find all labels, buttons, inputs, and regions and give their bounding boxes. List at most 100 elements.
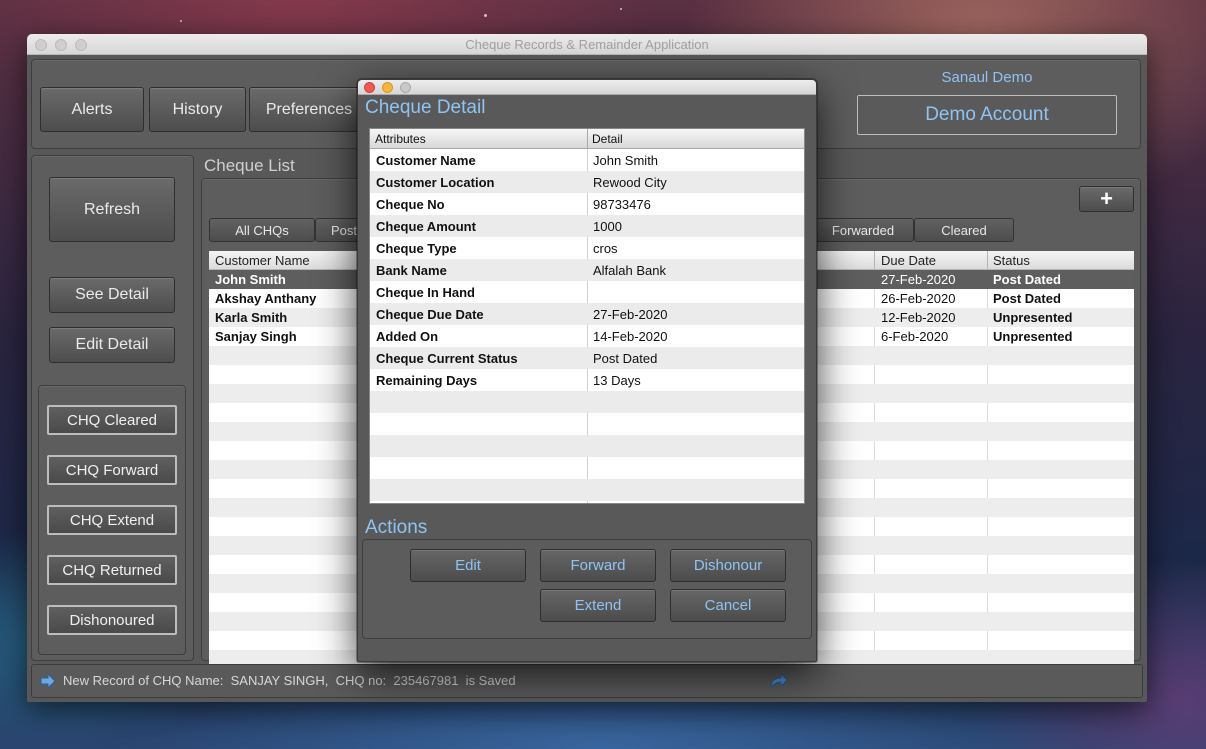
detail-row[interactable] — [370, 435, 804, 457]
detail-attribute: Cheque Current Status — [376, 351, 518, 366]
cell-due-date: 6-Feb-2020 — [881, 329, 949, 344]
chq-cleared-button[interactable]: CHQ Cleared — [47, 405, 177, 435]
dialog-titlebar — [358, 80, 816, 95]
detail-row[interactable] — [370, 479, 804, 501]
detail-value: John Smith — [593, 153, 659, 168]
detail-value: 13 Days — [593, 373, 641, 388]
column-header-detail[interactable]: Detail — [592, 132, 623, 146]
detail-value: 14-Feb-2020 — [593, 329, 668, 344]
chq-returned-button[interactable]: CHQ Returned — [47, 555, 177, 585]
refresh-button[interactable]: Refresh — [49, 177, 175, 242]
detail-value: Alfalah Bank — [593, 263, 666, 278]
detail-attribute: Remaining Days — [376, 373, 478, 388]
dishonour-button[interactable]: Dishonour — [670, 549, 786, 582]
detail-table-header: Attributes Detail — [370, 129, 804, 149]
edit-button[interactable]: Edit — [410, 549, 526, 582]
detail-row[interactable]: Customer Name John Smith — [370, 149, 804, 171]
detail-attribute: Cheque Due Date — [376, 307, 484, 322]
detail-row[interactable]: Cheque Amount 1000 — [370, 215, 804, 237]
dishonoured-button[interactable]: Dishonoured — [47, 605, 177, 635]
tab-all-chqs[interactable]: All CHQs — [209, 218, 315, 242]
cheque-detail-table[interactable]: Attributes Detail Customer Name John Smit… — [369, 128, 805, 504]
detail-row[interactable]: Added On 14-Feb-2020 — [370, 325, 804, 347]
preferences-button[interactable]: Preferences — [249, 87, 369, 132]
cell-status: Unpresented — [993, 329, 1073, 344]
window-titlebar: Cheque Records & Remainder Application — [27, 34, 1147, 55]
share-arrow-icon[interactable] — [768, 671, 788, 691]
cell-status: Post Dated — [993, 272, 1061, 287]
detail-value: 98733476 — [593, 197, 651, 212]
detail-row[interactable]: Cheque In Hand — [370, 281, 804, 303]
forward-button[interactable]: Forward — [540, 549, 656, 582]
actions-panel: Edit Forward Dishonour Extend Cancel — [362, 539, 812, 639]
detail-table-body: Customer Name John Smith Customer Location… — [370, 149, 804, 501]
column-separator — [587, 129, 588, 148]
dialog-zoom-button[interactable] — [400, 82, 411, 93]
cell-customer-name: John Smith — [215, 272, 286, 287]
detail-value: Post Dated — [593, 351, 658, 366]
star — [180, 20, 182, 22]
cell-due-date: 26-Feb-2020 — [881, 291, 956, 306]
cell-customer-name: Karla Smith — [215, 310, 288, 325]
detail-attribute: Customer Name — [376, 153, 476, 168]
detail-row[interactable]: Bank Name Alfalah Bank — [370, 259, 804, 281]
star — [484, 14, 487, 17]
detail-attribute: Added On — [376, 329, 439, 344]
edit-detail-button[interactable]: Edit Detail — [49, 327, 175, 363]
add-cheque-button[interactable]: + — [1079, 186, 1134, 212]
detail-row[interactable]: Customer Location Rewood City — [370, 171, 804, 193]
column-header-due-date[interactable]: Due Date — [881, 253, 936, 268]
detail-row[interactable]: Cheque Current Status Post Dated — [370, 347, 804, 369]
column-header-customer[interactable]: Customer Name — [215, 253, 310, 268]
column-separator — [987, 251, 988, 269]
tab-cleared[interactable]: Cleared — [914, 218, 1014, 242]
tab-forwarded[interactable]: Forwarded — [812, 218, 914, 242]
account-selector[interactable]: Demo Account — [857, 95, 1117, 135]
detail-row[interactable] — [370, 391, 804, 413]
column-separator — [874, 251, 875, 269]
cell-due-date: 27-Feb-2020 — [881, 272, 956, 287]
status-message: New Record of CHQ Name: SANJAY SINGH, CH… — [63, 673, 516, 688]
dialog-minimize-button[interactable] — [382, 82, 393, 93]
detail-row[interactable] — [370, 457, 804, 479]
detail-value: cros — [593, 241, 618, 256]
cell-customer-name: Sanjay Singh — [215, 329, 297, 344]
cell-status: Unpresented — [993, 310, 1073, 325]
history-button[interactable]: History — [149, 87, 246, 132]
detail-attribute: Cheque No — [376, 197, 445, 212]
detail-value: Rewood City — [593, 175, 667, 190]
cancel-button[interactable]: Cancel — [670, 589, 786, 622]
detail-row[interactable]: Cheque Type cros — [370, 237, 804, 259]
cell-status: Post Dated — [993, 291, 1061, 306]
dialog-title: Cheque Detail — [365, 97, 486, 118]
detail-attribute: Cheque Type — [376, 241, 457, 256]
column-header-attributes[interactable]: Attributes — [375, 132, 426, 146]
cheque-detail-dialog: Cheque Detail Attributes Detail Customer… — [357, 79, 817, 662]
detail-attribute: Cheque In Hand — [376, 285, 475, 300]
arrow-right-icon — [39, 672, 57, 690]
star — [620, 8, 622, 10]
window-title: Cheque Records & Remainder Application — [465, 37, 709, 52]
detail-value: 1000 — [593, 219, 622, 234]
detail-attribute: Bank Name — [376, 263, 447, 278]
status-bar: New Record of CHQ Name: SANJAY SINGH, CH… — [31, 664, 1143, 698]
cell-customer-name: Akshay Anthany — [215, 291, 317, 306]
dialog-close-button[interactable] — [364, 82, 375, 93]
see-detail-button[interactable]: See Detail — [49, 277, 175, 313]
plus-icon: + — [1100, 186, 1113, 211]
column-header-status[interactable]: Status — [993, 253, 1030, 268]
actions-title: Actions — [365, 517, 428, 538]
extend-button[interactable]: Extend — [540, 589, 656, 622]
cell-due-date: 12-Feb-2020 — [881, 310, 956, 325]
detail-row[interactable]: Cheque Due Date 27-Feb-2020 — [370, 303, 804, 325]
alerts-button[interactable]: Alerts — [40, 87, 144, 132]
detail-value: 27-Feb-2020 — [593, 307, 668, 322]
user-name: Sanaul Demo — [941, 69, 1033, 86]
detail-row[interactable]: Cheque No 98733476 — [370, 193, 804, 215]
cheque-list-title: Cheque List — [204, 156, 295, 175]
chq-forward-button[interactable]: CHQ Forward — [47, 455, 177, 485]
detail-attribute: Cheque Amount — [376, 219, 476, 234]
detail-row[interactable] — [370, 413, 804, 435]
chq-extend-button[interactable]: CHQ Extend — [47, 505, 177, 535]
detail-row[interactable]: Remaining Days 13 Days — [370, 369, 804, 391]
